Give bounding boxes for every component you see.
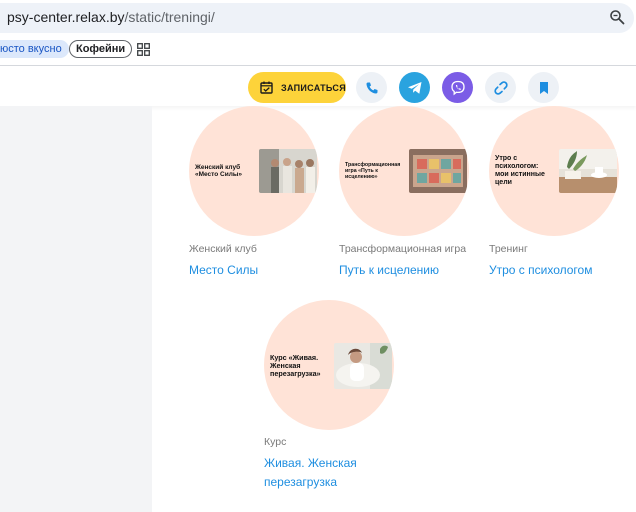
banner-text: Утро с психологом: мои истинные цели bbox=[495, 154, 545, 187]
bookmarks-bar: юсто вкусно Кофейни bbox=[0, 36, 636, 62]
card-category: Курс bbox=[264, 436, 287, 448]
viber-icon bbox=[450, 80, 465, 95]
relaxing-woman-image bbox=[334, 343, 392, 389]
morning-table-image bbox=[559, 149, 617, 193]
address-host: psy-center.relax.by bbox=[7, 9, 125, 25]
left-sidebar-panel bbox=[0, 106, 152, 512]
card-title-link[interactable]: Путь к исцелению bbox=[339, 261, 439, 280]
card-banner: Трансформационная игра «Путь к исцелению… bbox=[339, 149, 467, 193]
group-photo-image bbox=[259, 149, 317, 193]
address-bar-row: psy-center.relax.by/static/treningi/ bbox=[0, 0, 636, 36]
card-image-circle[interactable]: Женский клуб «Место Силы» bbox=[189, 106, 319, 236]
telegram-button[interactable] bbox=[399, 72, 430, 103]
bookmark-chip-kofeini[interactable]: Кофейни bbox=[69, 40, 133, 58]
telegram-icon bbox=[407, 81, 421, 94]
card-title-link-line2[interactable]: перезагрузка bbox=[264, 473, 337, 492]
card-image-circle[interactable]: Курс «Живая. Женская перезагрузка» bbox=[264, 300, 394, 430]
card-banner: Утро с психологом: мои истинные цели bbox=[489, 149, 617, 193]
bookmark-chip-vkusno[interactable]: юсто вкусно bbox=[0, 40, 69, 58]
banner-text: Курс «Живая. Женская перезагрузка» bbox=[270, 352, 321, 379]
card-title-link-line1[interactable]: Живая. Женская bbox=[264, 454, 357, 473]
card-image-circle[interactable]: Трансформационная игра «Путь к исцелению… bbox=[339, 106, 469, 236]
viber-button[interactable] bbox=[442, 72, 473, 103]
book-button-label: ЗАПИСАТЬСЯ bbox=[281, 82, 346, 93]
banner-text: Трансформационная игра «Путь к исцелению… bbox=[345, 161, 401, 181]
card-title-link[interactable]: Утро с психологом bbox=[489, 261, 592, 280]
bookmark-button[interactable] bbox=[528, 72, 559, 103]
card-image-circle[interactable]: Утро с психологом: мои истинные цели bbox=[489, 106, 619, 236]
card-banner: Женский клуб «Место Силы» bbox=[189, 149, 317, 193]
banner-text: Женский клуб «Место Силы» bbox=[195, 163, 243, 178]
board-game-image bbox=[409, 149, 467, 193]
link-icon bbox=[493, 80, 508, 95]
calendar-check-icon bbox=[260, 81, 273, 94]
card-banner: Курс «Живая. Женская перезагрузка» bbox=[264, 343, 392, 389]
phone-button[interactable] bbox=[356, 72, 387, 103]
web-page: ЗАПИСАТЬСЯ Женский клуб «Место Силы» Жен… bbox=[0, 66, 636, 512]
card-category: Женский клуб bbox=[189, 243, 257, 255]
apps-grid-icon[interactable] bbox=[137, 43, 150, 56]
card-category: Тренинг bbox=[489, 243, 528, 255]
address-url[interactable]: psy-center.relax.by/static/treningi/ bbox=[7, 9, 215, 25]
bookmark-icon bbox=[539, 81, 548, 94]
card-category: Трансформационная игра bbox=[339, 243, 467, 255]
share-link-button[interactable] bbox=[485, 72, 516, 103]
phone-icon bbox=[365, 82, 377, 94]
zoom-icon[interactable] bbox=[609, 9, 625, 25]
address-path: /static/treningi/ bbox=[124, 9, 215, 25]
card-title-link[interactable]: Место Силы bbox=[189, 261, 258, 280]
book-button[interactable]: ЗАПИСАТЬСЯ bbox=[248, 72, 346, 103]
